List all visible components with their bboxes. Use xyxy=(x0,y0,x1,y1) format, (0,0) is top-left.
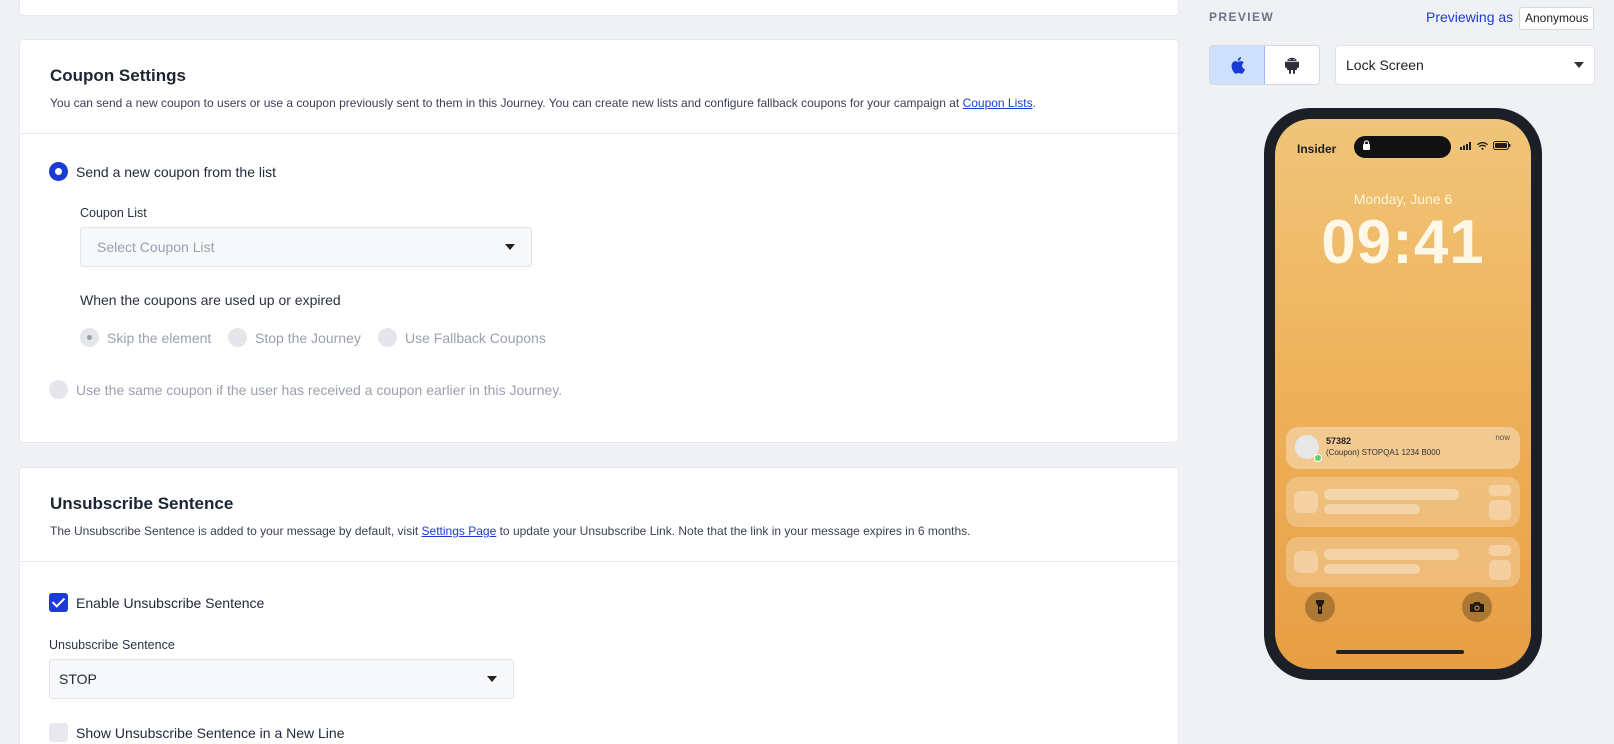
previous-section-card xyxy=(19,0,1179,16)
screen-type-select[interactable]: Lock Screen xyxy=(1335,45,1595,85)
option-skip-element[interactable]: Skip the element xyxy=(80,328,211,347)
preview-label: PREVIEW xyxy=(1209,10,1275,24)
chevron-down-icon xyxy=(505,244,515,250)
coupon-lists-link[interactable]: Coupon Lists xyxy=(963,96,1033,110)
new-line-option[interactable]: Show Unsubscribe Sentence in a New Line xyxy=(49,723,345,742)
notification-sender: 57382 xyxy=(1326,436,1352,446)
coupon-desc-text: You can send a new coupon to users or us… xyxy=(50,96,963,110)
unsubscribe-card: Unsubscribe Sentence The Unsubscribe Sen… xyxy=(19,467,1179,744)
option-same-coupon[interactable]: Use the same coupon if the user has rece… xyxy=(49,380,562,399)
radio-fallback-coupons[interactable] xyxy=(378,328,397,347)
unsubscribe-header: Unsubscribe Sentence The Unsubscribe Sen… xyxy=(20,468,1178,562)
unsubscribe-title: Unsubscribe Sentence xyxy=(50,494,234,513)
enable-unsubscribe-checkbox[interactable] xyxy=(49,593,68,612)
coupon-settings-card: Coupon Settings You can send a new coupo… xyxy=(19,39,1179,443)
unsub-desc-suffix: to update your Unsubscribe Link. Note th… xyxy=(496,524,971,538)
used-up-question: When the coupons are used up or expired xyxy=(80,292,341,308)
unsubscribe-sentence-label: Unsubscribe Sentence xyxy=(49,638,175,652)
unsubscribe-sentence-value: STOP xyxy=(59,671,97,687)
radio-skip-element[interactable] xyxy=(80,328,99,347)
coupon-list-select[interactable]: Select Coupon List xyxy=(80,227,532,267)
placeholder-notification xyxy=(1286,477,1520,527)
previewing-as-label: Previewing as xyxy=(1426,9,1514,25)
notification-body: (Coupon) STOPQA1 1234 B000 xyxy=(1326,448,1441,457)
option-same-coupon-label: Use the same coupon if the user has rece… xyxy=(76,381,563,398)
enable-unsubscribe-label: Enable Unsubscribe Sentence xyxy=(76,594,265,611)
ios-button[interactable] xyxy=(1210,46,1265,84)
home-indicator xyxy=(1336,650,1464,654)
wifi-icon xyxy=(1477,141,1488,150)
android-icon xyxy=(1284,57,1299,74)
new-line-label: Show Unsubscribe Sentence in a New Line xyxy=(76,724,345,741)
option-send-new-coupon-label: Send a new coupon from the list xyxy=(76,163,277,180)
flashlight-icon xyxy=(1316,600,1324,614)
notification-time: now xyxy=(1495,433,1510,442)
enable-unsubscribe-option[interactable]: Enable Unsubscribe Sentence xyxy=(49,593,264,612)
coupon-settings-header: Coupon Settings You can send a new coupo… xyxy=(20,40,1178,134)
option-fallback-coupons-label: Use Fallback Coupons xyxy=(405,329,546,346)
camera-icon xyxy=(1470,602,1484,612)
radio-stop-journey[interactable] xyxy=(228,328,247,347)
apple-icon xyxy=(1231,57,1245,74)
signal-icon xyxy=(1460,141,1471,150)
lock-icon xyxy=(1363,140,1370,150)
coupon-notification: 57382 (Coupon) STOPQA1 1234 B000 now xyxy=(1286,427,1520,469)
unsubscribe-sentence-select[interactable]: STOP xyxy=(49,659,514,699)
flashlight-button xyxy=(1305,592,1335,622)
lock-date: Monday, June 6 xyxy=(1353,191,1453,207)
coupon-list-label: Coupon List xyxy=(80,206,147,220)
placeholder-notification xyxy=(1286,537,1520,587)
battery-icon xyxy=(1493,141,1511,150)
settings-page-link[interactable]: Settings Page xyxy=(422,524,497,538)
option-send-new-coupon[interactable]: Send a new coupon from the list xyxy=(49,162,276,181)
coupon-settings-description: You can send a new coupon to users or us… xyxy=(50,96,1148,110)
coupon-list-placeholder: Select Coupon List xyxy=(97,239,215,255)
screen-type-value: Lock Screen xyxy=(1346,57,1424,73)
coupon-desc-suffix: . xyxy=(1032,96,1036,110)
camera-button xyxy=(1462,592,1492,622)
option-stop-journey-label: Stop the Journey xyxy=(255,329,361,346)
coupon-settings-title: Coupon Settings xyxy=(50,66,186,85)
option-stop-journey[interactable]: Stop the Journey xyxy=(228,328,361,347)
new-line-checkbox[interactable] xyxy=(49,723,68,742)
unsub-desc-text: The Unsubscribe Sentence is added to you… xyxy=(50,524,422,538)
unsubscribe-description: The Unsubscribe Sentence is added to you… xyxy=(50,524,1148,538)
carrier-name: Insider xyxy=(1297,142,1337,156)
lock-time: 09:41 xyxy=(1321,208,1485,277)
lock-screen: Insider Monday, June 6 09:41 57382 (Coup… xyxy=(1275,119,1531,669)
preview-user-select[interactable]: Anonymous xyxy=(1519,7,1595,30)
os-toggle xyxy=(1209,45,1320,85)
radio-same-coupon[interactable] xyxy=(49,380,68,399)
radio-send-new-coupon[interactable] xyxy=(49,162,68,181)
status-icons xyxy=(1460,141,1511,150)
chevron-down-icon xyxy=(487,676,497,682)
online-dot xyxy=(1314,454,1322,462)
chevron-down-icon xyxy=(1574,62,1584,68)
android-button[interactable] xyxy=(1265,46,1320,84)
option-skip-element-label: Skip the element xyxy=(107,329,212,346)
dynamic-island xyxy=(1354,136,1451,158)
option-fallback-coupons[interactable]: Use Fallback Coupons xyxy=(378,328,546,347)
phone-preview: Insider Monday, June 6 09:41 57382 (Coup… xyxy=(1264,108,1542,680)
